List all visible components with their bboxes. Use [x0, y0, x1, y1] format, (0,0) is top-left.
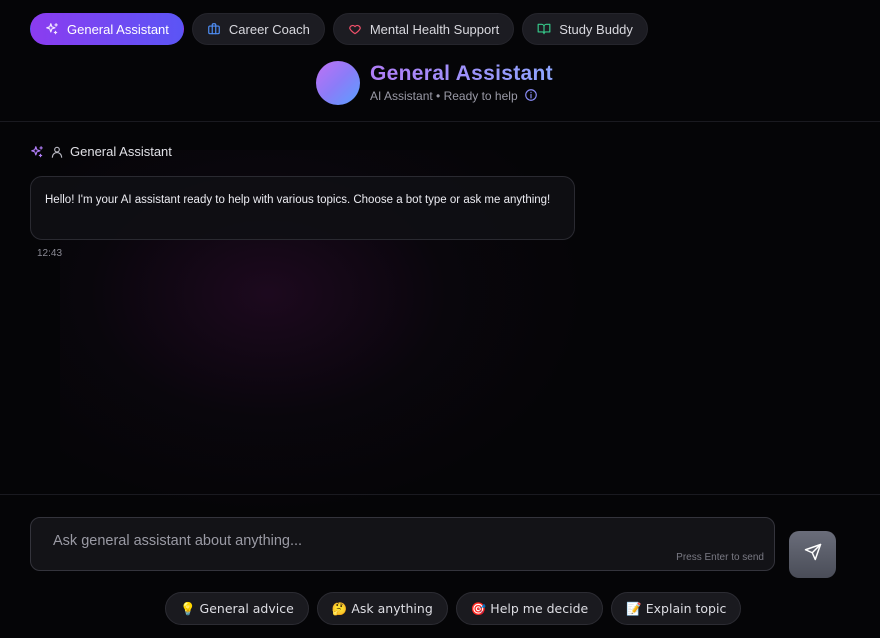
- bot-header: General Assistant AI Assistant • Ready t…: [316, 61, 553, 105]
- send-hint: Press Enter to send: [676, 552, 764, 563]
- send-button[interactable]: [789, 531, 836, 578]
- bot-type-tabs: General Assistant Career Coach Mental He…: [30, 13, 648, 45]
- message-input[interactable]: [31, 518, 774, 564]
- tab-mental-health-support[interactable]: Mental Health Support: [332, 13, 515, 45]
- tab-label: Mental Health Support: [369, 21, 500, 37]
- bot-status: AI Assistant • Ready to help: [370, 88, 553, 105]
- quick-actions: 💡 General advice 🤔 Ask anything 🎯 Help m…: [165, 592, 742, 625]
- briefcase-icon: [207, 22, 221, 36]
- user-icon: [50, 145, 64, 159]
- book-icon: [537, 22, 551, 36]
- quick-action-general-advice[interactable]: 💡 General advice: [165, 592, 309, 625]
- quick-action-help-me-decide[interactable]: 🎯 Help me decide: [455, 592, 604, 625]
- sender-name: General Assistant: [70, 144, 172, 159]
- tab-label: Career Coach: [228, 21, 310, 37]
- sparkles-icon: [45, 22, 59, 36]
- message-text: Hello! I'm your AI assistant ready to he…: [45, 194, 551, 206]
- status-text: AI Assistant • Ready to help: [370, 89, 518, 103]
- page-title: General Assistant: [370, 61, 553, 85]
- message-sender: General Assistant: [30, 144, 172, 159]
- heart-icon: [348, 22, 362, 36]
- sparkles-icon: [30, 145, 44, 159]
- avatar: [316, 61, 360, 105]
- tab-label: Study Buddy: [559, 21, 633, 37]
- message-composer: Press Enter to send: [30, 517, 775, 571]
- tab-label: General Assistant: [67, 21, 169, 37]
- tab-study-buddy[interactable]: Study Buddy: [522, 13, 648, 45]
- header-divider: [0, 121, 880, 122]
- quick-action-explain-topic[interactable]: 📝 Explain topic: [611, 592, 742, 625]
- message-bubble: Hello! I'm your AI assistant ready to he…: [30, 176, 575, 240]
- tab-general-assistant[interactable]: General Assistant: [30, 13, 184, 45]
- composer-divider: [0, 494, 880, 495]
- message-timestamp: 12:43: [37, 248, 63, 259]
- quick-action-ask-anything[interactable]: 🤔 Ask anything: [316, 592, 448, 625]
- send-icon: [804, 543, 822, 566]
- info-icon[interactable]: [524, 88, 538, 105]
- tab-career-coach[interactable]: Career Coach: [191, 13, 325, 45]
